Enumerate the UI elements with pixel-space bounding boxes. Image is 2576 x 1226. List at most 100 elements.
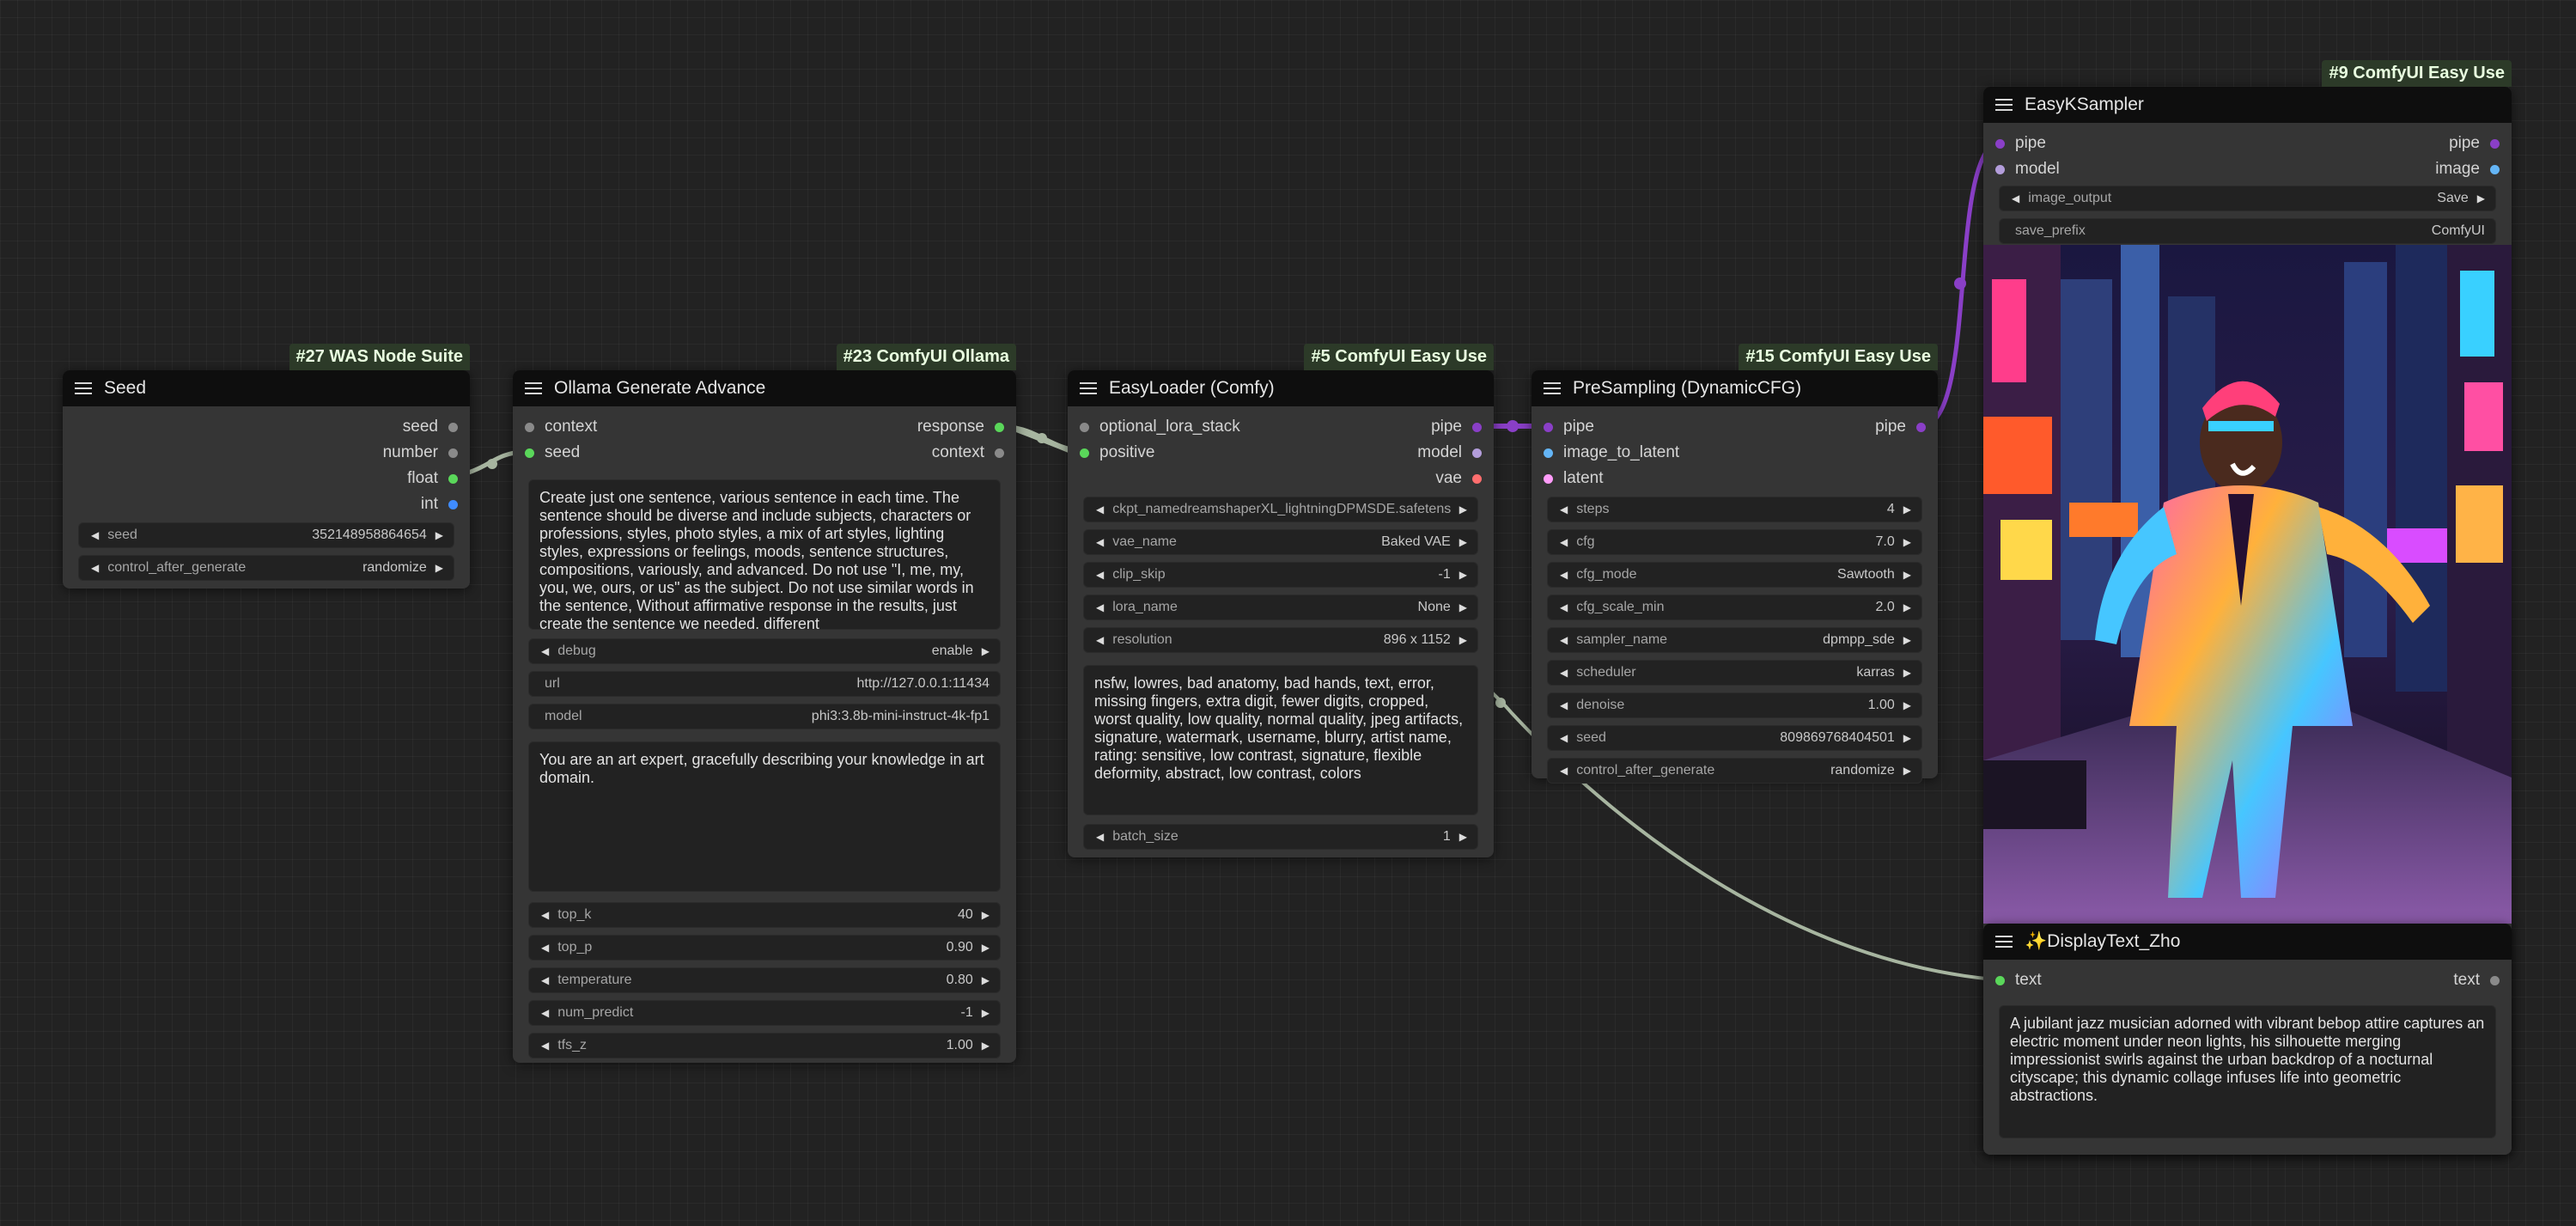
increment-arrow-icon: ▶ — [435, 562, 443, 574]
menu-icon[interactable] — [1995, 935, 2013, 948]
node-source-badge: #23 ComfyUI Ollama — [836, 344, 1016, 370]
input-context[interactable]: context — [525, 414, 597, 440]
decrement-arrow-icon: ◀ — [2012, 192, 2020, 204]
image-output-widget[interactable]: ◀ image_output Save ▶ — [1999, 186, 2496, 211]
node-header[interactable]: ✨DisplayText_Zho — [1983, 924, 2512, 960]
vae-name-widget[interactable]: ◀ vae_name Baked VAE ▶ — [1083, 529, 1478, 555]
menu-icon[interactable] — [1544, 381, 1561, 395]
decrement-arrow-icon: ◀ — [91, 562, 100, 574]
control-after-generate-widget[interactable]: ◀ control_after_generate randomize ▶ — [1547, 758, 1922, 784]
clip-skip-widget[interactable]: ◀ clip_skip -1 ▶ — [1083, 562, 1478, 588]
output-text[interactable]: text — [2453, 967, 2500, 993]
input-image-to-latent[interactable]: image_to_latent — [1544, 440, 1679, 466]
decrement-arrow-icon: ◀ — [1560, 601, 1568, 613]
wire-midpoint — [1037, 433, 1047, 443]
displaytext-node[interactable]: ✨DisplayText_Zho text text A jubilant ja… — [1983, 924, 2512, 1155]
input-seed[interactable]: seed — [525, 440, 580, 466]
output-seed[interactable]: seed — [403, 414, 458, 440]
output-number[interactable]: number — [383, 440, 458, 466]
lora-name-widget[interactable]: ◀ lora_name None ▶ — [1083, 595, 1478, 620]
node-header[interactable]: PreSampling (DynamicCFG) — [1532, 370, 1938, 406]
num-predict-widget[interactable]: ◀ num_predict -1 ▶ — [528, 1000, 1001, 1026]
cfg-scale-min-widget[interactable]: ◀ cfg_scale_min 2.0 ▶ — [1547, 595, 1922, 620]
decrement-arrow-icon: ◀ — [541, 1040, 550, 1052]
decrement-arrow-icon: ◀ — [1560, 667, 1568, 679]
output-image[interactable]: image — [2435, 156, 2500, 182]
node-header[interactable]: Ollama Generate Advance — [513, 370, 1016, 406]
input-latent[interactable]: latent — [1544, 466, 1603, 491]
increment-arrow-icon: ▶ — [1903, 503, 1911, 515]
sampler-name-widget[interactable]: ◀ sampler_name dpmpp_sde ▶ — [1547, 627, 1922, 653]
increment-arrow-icon: ▶ — [981, 1007, 990, 1019]
steps-widget[interactable]: ◀ steps 4 ▶ — [1547, 497, 1922, 522]
increment-arrow-icon: ▶ — [1903, 699, 1911, 711]
input-positive[interactable]: positive — [1080, 440, 1154, 466]
negative-prompt-textarea[interactable]: nsfw, lowres, bad anatomy, bad hands, te… — [1083, 665, 1478, 815]
menu-icon[interactable] — [525, 381, 542, 395]
input-pipe[interactable]: pipe — [1995, 131, 2046, 156]
input-text[interactable]: text — [1995, 967, 2042, 993]
decrement-arrow-icon: ◀ — [1560, 732, 1568, 744]
output-pipe[interactable]: pipe — [2449, 131, 2500, 156]
top-p-widget[interactable]: ◀ top_p 0.90 ▶ — [528, 935, 1001, 961]
increment-arrow-icon: ▶ — [981, 974, 990, 986]
output-response[interactable]: response — [917, 414, 1004, 440]
scheduler-widget[interactable]: ◀ scheduler karras ▶ — [1547, 660, 1922, 686]
decrement-arrow-icon: ◀ — [91, 529, 100, 541]
url-field[interactable]: url http://127.0.0.1:11434 — [528, 671, 1001, 697]
seed-node[interactable]: #27 WAS Node Suite Seed seed number floa… — [63, 344, 470, 589]
input-model[interactable]: model — [1995, 156, 2060, 182]
increment-arrow-icon: ▶ — [1903, 536, 1911, 548]
easyloader-node[interactable]: #5 ComfyUI Easy Use EasyLoader (Comfy) o… — [1068, 344, 1494, 857]
increment-arrow-icon: ▶ — [1459, 634, 1467, 646]
output-pipe[interactable]: pipe — [1875, 414, 1926, 440]
decrement-arrow-icon: ◀ — [1560, 536, 1568, 548]
output-vae[interactable]: vae — [1435, 466, 1482, 491]
output-float[interactable]: float — [407, 466, 458, 491]
display-text-area[interactable]: A jubilant jazz musician adorned with vi… — [1999, 1005, 2496, 1138]
increment-arrow-icon: ▶ — [981, 909, 990, 921]
seed-widget[interactable]: ◀ seed 352148958864654 ▶ — [78, 522, 454, 548]
node-header[interactable]: Seed — [63, 370, 470, 406]
model-field[interactable]: model phi3:3.8b-mini-instruct-4k-fp1 — [528, 704, 1001, 729]
decrement-arrow-icon: ◀ — [541, 1007, 550, 1019]
node-header[interactable]: EasyLoader (Comfy) — [1068, 370, 1494, 406]
cfg-mode-widget[interactable]: ◀ cfg_mode Sawtooth ▶ — [1547, 562, 1922, 588]
increment-arrow-icon: ▶ — [1903, 569, 1911, 581]
ollama-generate-node[interactable]: #23 ComfyUI Ollama Ollama Generate Advan… — [513, 344, 1016, 1063]
seed-widget[interactable]: ◀ seed 809869768404501 ▶ — [1547, 725, 1922, 751]
decrement-arrow-icon: ◀ — [1560, 569, 1568, 581]
decrement-arrow-icon: ◀ — [1560, 765, 1568, 777]
node-source-badge: #27 WAS Node Suite — [289, 344, 470, 370]
temperature-widget[interactable]: ◀ temperature 0.80 ▶ — [528, 967, 1001, 993]
output-pipe[interactable]: pipe — [1431, 414, 1482, 440]
denoise-widget[interactable]: ◀ denoise 1.00 ▶ — [1547, 692, 1922, 718]
cfg-widget[interactable]: ◀ cfg 7.0 ▶ — [1547, 529, 1922, 555]
increment-arrow-icon: ▶ — [1903, 601, 1911, 613]
system-textarea[interactable]: You are an art expert, gracefully descri… — [528, 741, 1001, 892]
save-prefix-field[interactable]: save_prefix ComfyUI — [1999, 218, 2496, 244]
node-header[interactable]: EasyKSampler — [1983, 87, 2512, 123]
debug-widget[interactable]: ◀ debug enable ▶ — [528, 638, 1001, 664]
input-optional-lora-stack[interactable]: optional_lora_stack — [1080, 414, 1240, 440]
prompt-textarea[interactable]: Create just one sentence, various senten… — [528, 479, 1001, 630]
ckpt-name-widget[interactable]: ◀ ckpt_namedreamshaperXL_lightningDPMSDE.… — [1083, 497, 1478, 522]
increment-arrow-icon: ▶ — [1903, 732, 1911, 744]
wire-midpoint — [487, 459, 497, 469]
menu-icon[interactable] — [1995, 98, 2013, 112]
output-int[interactable]: int — [421, 491, 458, 517]
output-context[interactable]: context — [932, 440, 1004, 466]
output-model[interactable]: model — [1417, 440, 1482, 466]
input-pipe[interactable]: pipe — [1544, 414, 1594, 440]
decrement-arrow-icon: ◀ — [541, 974, 550, 986]
increment-arrow-icon: ▶ — [435, 529, 443, 541]
decrement-arrow-icon: ◀ — [1096, 569, 1105, 581]
control-after-generate-widget[interactable]: ◀ control_after_generate randomize ▶ — [78, 555, 454, 581]
tfs-z-widget[interactable]: ◀ tfs_z 1.00 ▶ — [528, 1033, 1001, 1058]
resolution-widget[interactable]: ◀ resolution 896 x 1152 ▶ — [1083, 627, 1478, 653]
menu-icon[interactable] — [75, 381, 92, 395]
presampling-node[interactable]: #15 ComfyUI Easy Use PreSampling (Dynami… — [1532, 344, 1938, 784]
menu-icon[interactable] — [1080, 381, 1097, 395]
batch-size-widget[interactable]: ◀ batch_size 1 ▶ — [1083, 824, 1478, 850]
top-k-widget[interactable]: ◀ top_k 40 ▶ — [528, 902, 1001, 928]
